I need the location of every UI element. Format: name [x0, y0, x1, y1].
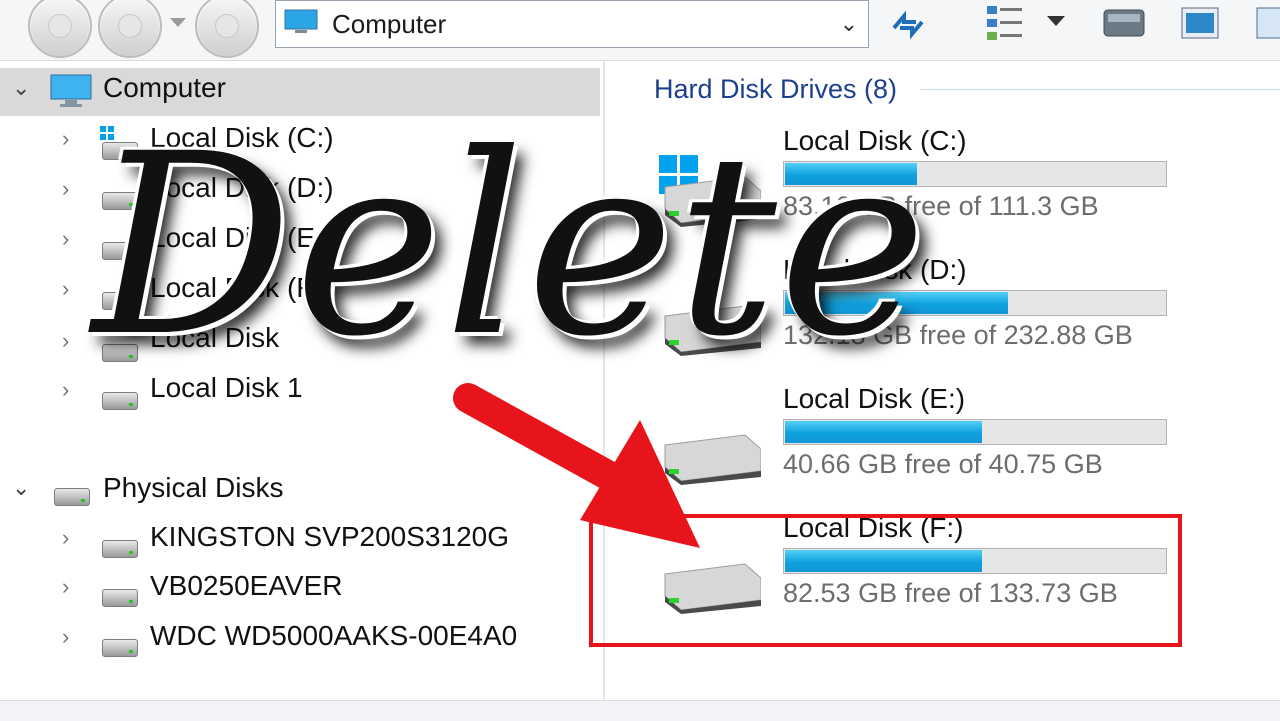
collapse-icon[interactable]: ⌄ — [12, 475, 30, 501]
free-space-text: 40.66 GB free of 40.75 GB — [783, 449, 1103, 479]
computer-icon — [284, 9, 318, 33]
tree-item-physical-disks[interactable]: Physical Disks — [103, 472, 283, 512]
drive-icon — [102, 540, 138, 558]
expand-icon[interactable]: › — [62, 176, 69, 202]
history-dropdown-icon[interactable] — [170, 18, 186, 27]
status-bar — [0, 700, 1280, 721]
expand-icon[interactable]: › — [62, 624, 69, 650]
drive-icon — [102, 392, 138, 410]
red-arrow-icon — [453, 383, 700, 548]
expand-icon[interactable]: › — [62, 276, 69, 302]
toolbar: Computer ⌄ — [0, 0, 1280, 61]
expand-icon[interactable]: › — [62, 328, 69, 354]
address-text: Computer — [332, 9, 447, 39]
expand-icon[interactable]: › — [62, 525, 69, 551]
view-dropdown-icon[interactable] — [1047, 16, 1065, 26]
expand-icon[interactable]: › — [62, 574, 69, 600]
expand-icon[interactable]: › — [62, 226, 69, 252]
expand-icon[interactable]: › — [62, 126, 69, 152]
drive-icon — [102, 639, 138, 657]
tree-item-physical-disk[interactable]: VB0250EAVER — [150, 570, 343, 610]
preview-pane-icon[interactable] — [1180, 6, 1220, 40]
capacity-bar — [783, 419, 1167, 445]
tree-item-physical-disk[interactable]: WDC WD5000AAKS-00E4A0 — [150, 620, 517, 660]
drive-icon — [102, 589, 138, 607]
view-options-icon[interactable] — [985, 4, 1025, 44]
help-icon[interactable] — [1255, 6, 1280, 40]
up-button[interactable] — [195, 0, 259, 58]
drive-icon — [54, 488, 90, 506]
back-button[interactable] — [28, 0, 92, 58]
expand-icon[interactable]: › — [62, 377, 69, 403]
forward-button[interactable] — [98, 0, 162, 58]
chevron-down-icon[interactable]: ⌄ — [840, 11, 858, 37]
capacity-fill — [785, 421, 982, 443]
overlay-title: Delete — [92, 100, 929, 391]
refresh-icon[interactable] — [888, 8, 928, 42]
drive-icon[interactable] — [1102, 6, 1148, 40]
group-divider — [920, 89, 1280, 90]
computer-icon — [50, 74, 92, 107]
collapse-icon[interactable]: ⌄ — [12, 75, 30, 101]
address-bar[interactable]: Computer ⌄ — [275, 0, 869, 48]
